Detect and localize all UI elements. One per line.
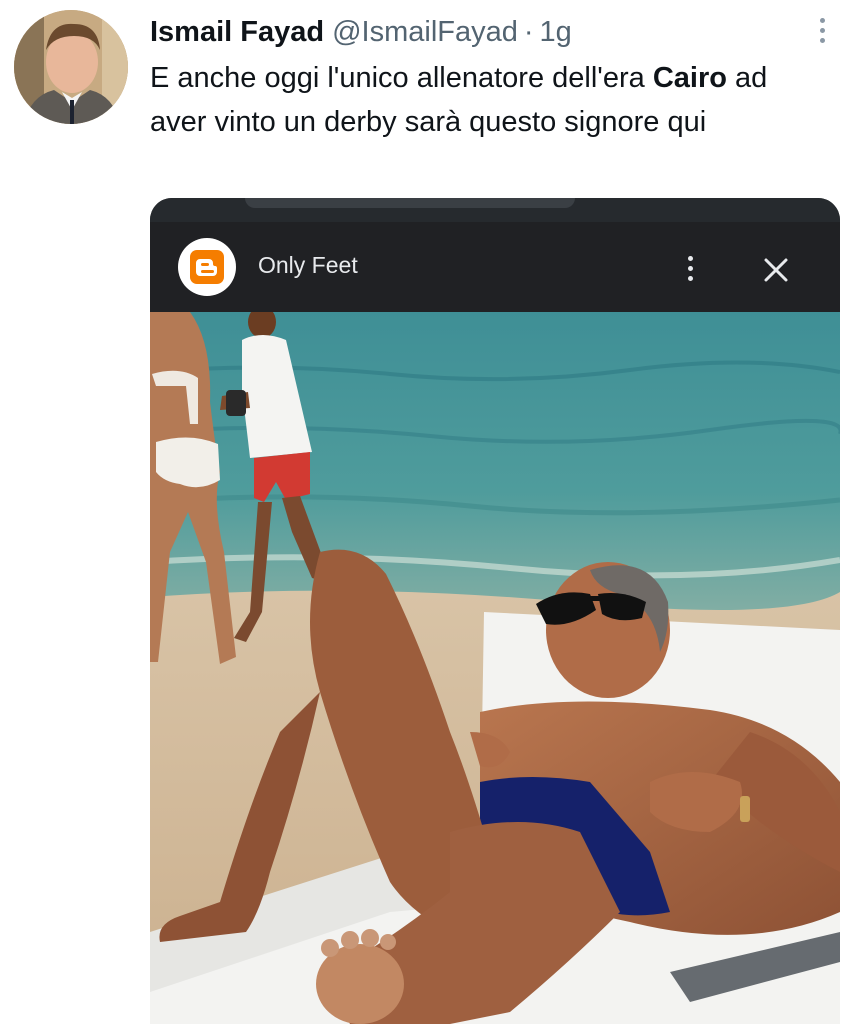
embedded-app-title: Only Feet bbox=[258, 252, 358, 278]
tweet-media[interactable]: Only Feet bbox=[150, 198, 840, 1024]
author-avatar[interactable] bbox=[14, 10, 128, 124]
author-name[interactable]: Ismail Fayad bbox=[150, 16, 324, 48]
phone-status-bar bbox=[150, 198, 840, 222]
more-vertical-icon bbox=[678, 248, 702, 288]
close-icon bbox=[758, 252, 794, 288]
tweet-text-part: E anche oggi l'unico allenatore dell'era bbox=[150, 62, 653, 94]
embedded-app-bar: Only Feet bbox=[150, 222, 840, 312]
tweet-text-bold: Cairo bbox=[652, 62, 727, 94]
separator-dot: · bbox=[523, 16, 534, 48]
beach-photo bbox=[150, 312, 840, 1024]
more-options-icon[interactable] bbox=[806, 10, 838, 50]
author-handle[interactable]: @IsmailFayad bbox=[332, 16, 518, 48]
tweet-timestamp[interactable]: 1g bbox=[540, 16, 572, 48]
blogger-icon bbox=[178, 238, 236, 296]
tweet-header: Ismail Fayad @IsmailFayad · 1g bbox=[150, 14, 782, 50]
tweet-text: E anche oggi l'unico allenatore dell'era… bbox=[150, 56, 830, 144]
